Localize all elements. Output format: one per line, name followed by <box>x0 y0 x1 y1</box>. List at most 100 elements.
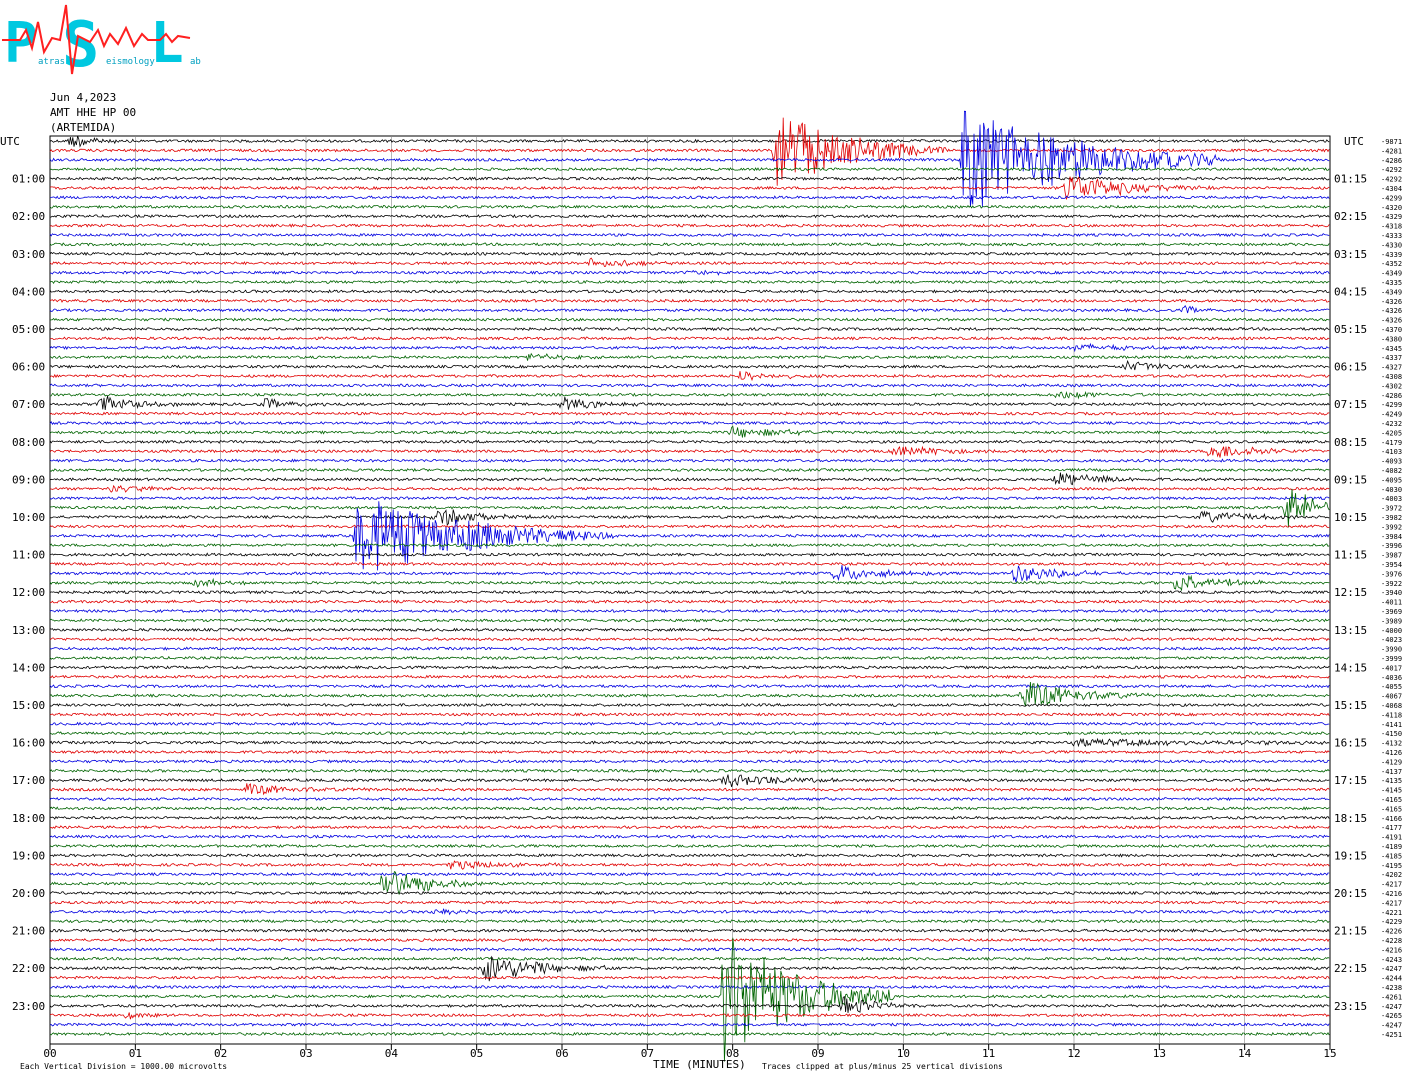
row-offset-label: -4335 <box>1381 279 1402 287</box>
left-hour-label: UTC <box>0 135 20 148</box>
left-hour-label: 20:00 <box>12 887 45 900</box>
row-offset-label: -3954 <box>1381 561 1402 569</box>
right-hour-label: 12:15 <box>1334 586 1367 599</box>
row-offset-label: -4339 <box>1381 251 1402 259</box>
left-hour-label: 12:00 <box>12 586 45 599</box>
row-offset-label: -4318 <box>1381 223 1402 231</box>
trace-row-43 <box>49 543 1330 548</box>
trace-row-65 <box>49 749 1330 755</box>
trace-row-40 <box>49 509 1330 526</box>
trace-row-84 <box>49 928 1330 933</box>
trace-row-9 <box>49 223 1330 228</box>
row-offset-label: -4326 <box>1381 317 1402 325</box>
row-offset-label: -3999 <box>1381 655 1402 663</box>
scale-note: Each Vertical Division = 1000.00 microvo… <box>20 1062 227 1071</box>
trace-row-77 <box>49 860 1330 870</box>
row-offset-label: -4205 <box>1381 429 1402 437</box>
trace-row-75 <box>49 843 1330 849</box>
right-hour-label: 22:15 <box>1334 962 1367 975</box>
trace-row-57 <box>49 674 1330 679</box>
trace-row-66 <box>49 759 1330 764</box>
trace-row-22 <box>49 342 1330 353</box>
trace-row-95 <box>49 1031 1330 1037</box>
row-offset-label: -4337 <box>1381 354 1402 362</box>
header-station: AMT HHE HP 00 <box>50 106 136 119</box>
trace-row-8 <box>49 213 1330 219</box>
row-offset-label: -4349 <box>1381 288 1402 296</box>
trace-row-18 <box>49 305 1330 314</box>
row-offset-label: -4349 <box>1381 270 1402 278</box>
row-offset-label: -3987 <box>1381 552 1402 560</box>
row-offset-label: -4380 <box>1381 335 1402 343</box>
x-tick-label: 12 <box>1067 1047 1080 1060</box>
trace-row-82 <box>49 908 1330 916</box>
trace-row-14 <box>49 269 1330 276</box>
row-offset-label: -4129 <box>1381 758 1402 766</box>
row-offset-label: -4118 <box>1381 711 1402 719</box>
trace-row-28 <box>49 395 1330 411</box>
trace-row-64 <box>49 737 1330 748</box>
trace-row-47 <box>49 574 1330 592</box>
row-offset-label: -4000 <box>1381 627 1402 635</box>
trace-row-29 <box>49 411 1330 416</box>
trace-row-63 <box>49 731 1330 736</box>
row-offset-label: -4132 <box>1381 740 1402 748</box>
x-tick-label: 15 <box>1323 1047 1336 1060</box>
x-tick-label: 10 <box>897 1047 910 1060</box>
row-offset-label: -4023 <box>1381 636 1402 644</box>
row-offset-label: -4333 <box>1381 232 1402 240</box>
x-tick-label: 09 <box>811 1047 824 1060</box>
trace-row-20 <box>49 326 1330 332</box>
row-offset-label: -4082 <box>1381 467 1402 475</box>
trace-row-48 <box>49 590 1330 595</box>
row-offset-label: -4165 <box>1381 796 1402 804</box>
x-tick-label: 14 <box>1238 1047 1252 1060</box>
trace-row-72 <box>49 815 1330 820</box>
header-location: (ARTEMIDA) <box>50 121 116 134</box>
trace-row-34 <box>49 458 1330 463</box>
trace-row-27 <box>49 390 1330 400</box>
trace-row-26 <box>49 383 1330 388</box>
left-hour-label: 04:00 <box>12 285 45 298</box>
row-offset-label: -4228 <box>1381 937 1402 945</box>
row-offset-label: -4302 <box>1381 382 1402 390</box>
right-hour-label: 14:15 <box>1334 661 1367 674</box>
right-hour-label: 02:15 <box>1334 210 1367 223</box>
row-offset-label: -4179 <box>1381 439 1402 447</box>
trace-row-33 <box>49 445 1330 458</box>
row-offset-label: -4327 <box>1381 364 1402 372</box>
right-hour-label: 13:15 <box>1334 624 1367 637</box>
row-offset-label: -4103 <box>1381 448 1402 456</box>
row-offset-label: -4238 <box>1381 984 1402 992</box>
trace-row-70 <box>49 796 1330 802</box>
trace-row-89 <box>49 975 1330 980</box>
trace-row-86 <box>49 947 1330 952</box>
row-offset-label: -4251 <box>1381 1031 1402 1039</box>
trace-row-76 <box>49 853 1330 858</box>
row-offset-label: -4217 <box>1381 899 1402 907</box>
trace-row-54 <box>49 646 1330 651</box>
left-hour-label: 01:00 <box>12 173 45 186</box>
left-hour-label: 03:00 <box>12 248 45 261</box>
row-offset-label: -4292 <box>1381 166 1402 174</box>
logo-word-atras: atras <box>38 57 65 67</box>
trace-row-87 <box>49 956 1330 962</box>
row-offset-label: -4304 <box>1381 185 1402 193</box>
trace-row-83 <box>49 919 1330 924</box>
row-offset-label: -3992 <box>1381 523 1402 531</box>
right-hour-label: 04:15 <box>1334 285 1367 298</box>
right-hour-label: 07:15 <box>1334 398 1367 411</box>
right-hour-label: 23:15 <box>1334 1000 1367 1013</box>
left-hour-label: 23:00 <box>12 1000 45 1013</box>
row-offset-label: -4036 <box>1381 674 1402 682</box>
trace-row-81 <box>49 900 1330 905</box>
header-date: Jun 4,2023 <box>50 91 116 104</box>
x-tick-label: 03 <box>299 1047 312 1060</box>
row-offset-label: -4195 <box>1381 862 1402 870</box>
trace-row-36 <box>49 472 1330 486</box>
left-hour-label: 07:00 <box>12 398 45 411</box>
right-hour-label: 20:15 <box>1334 887 1367 900</box>
right-hour-label: 15:15 <box>1334 699 1367 712</box>
row-offset-label: -4308 <box>1381 373 1402 381</box>
row-offset-label: -4011 <box>1381 599 1402 607</box>
